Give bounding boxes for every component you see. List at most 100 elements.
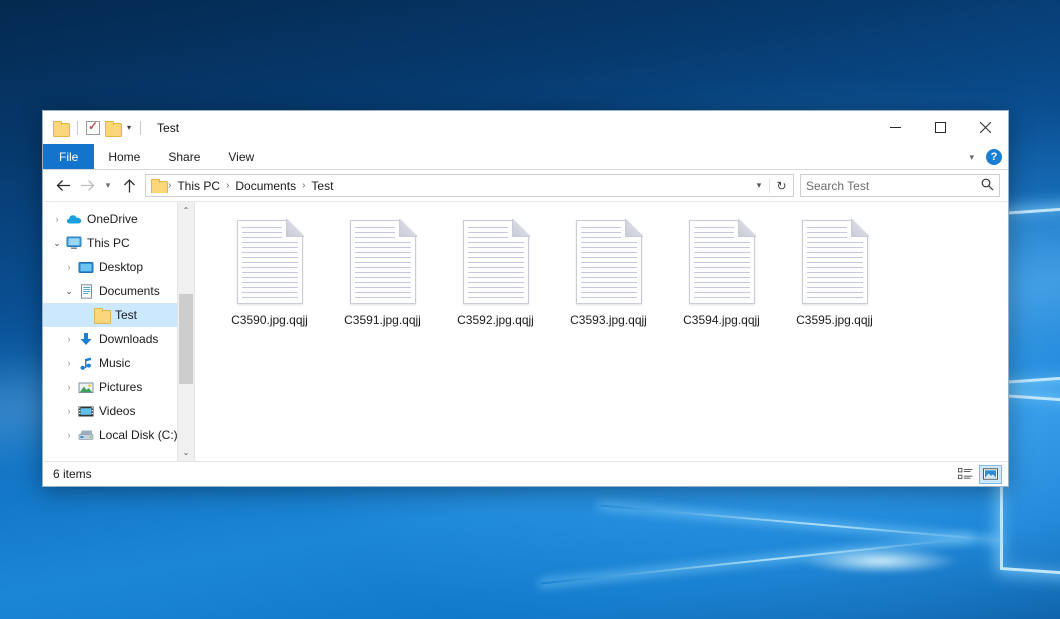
sidebar-item-label: Music: [95, 356, 130, 370]
sidebar-item-desktop[interactable]: › Desktop: [43, 255, 194, 279]
large-icons-view-button[interactable]: [979, 465, 1002, 484]
file-item[interactable]: C3593.jpg.qqjj: [552, 216, 665, 341]
pictures-icon: [77, 381, 95, 394]
tab-home[interactable]: Home: [94, 144, 154, 169]
status-bar: 6 items: [43, 461, 1008, 486]
sidebar-item-label: Local Disk (C:): [95, 428, 178, 442]
sidebar-item-label: OneDrive: [83, 212, 138, 226]
sidebar-item-label: Documents: [95, 284, 160, 298]
file-item[interactable]: C3591.jpg.qqjj: [326, 216, 439, 341]
minimize-button[interactable]: [873, 111, 918, 144]
back-button[interactable]: [51, 174, 75, 198]
recent-locations-chevron-icon[interactable]: ▾: [99, 180, 117, 191]
sidebar-item-videos[interactable]: › Videos: [43, 399, 194, 423]
chevron-down-icon[interactable]: ⌄: [49, 239, 65, 248]
address-dropdown-icon[interactable]: ▾: [749, 180, 769, 191]
file-grid: C3590.jpg.qqjj C3591.jpg.qqjj C3592.jpg.…: [213, 216, 1008, 341]
breadcrumb: › This PC › Documents › Test: [151, 179, 749, 193]
sidebar-item-this-pc[interactable]: ⌄ This PC: [43, 231, 194, 255]
file-list-pane[interactable]: C3590.jpg.qqjj C3591.jpg.qqjj C3592.jpg.…: [195, 202, 1008, 461]
chevron-right-icon[interactable]: ›: [49, 215, 65, 224]
tab-view[interactable]: View: [214, 144, 268, 169]
scroll-up-arrow-icon[interactable]: ⌃: [178, 202, 194, 219]
sidebar-item-onedrive[interactable]: › OneDrive: [43, 207, 194, 231]
maximize-button[interactable]: [918, 111, 963, 144]
search-input[interactable]: [806, 179, 981, 193]
folder-icon[interactable]: [53, 121, 69, 135]
generic-document-icon: [802, 220, 868, 304]
ribbon-right-controls: ▾ ?: [965, 144, 1002, 170]
help-icon[interactable]: ?: [986, 149, 1002, 165]
qat-divider: [77, 121, 78, 135]
search-box[interactable]: [800, 174, 1000, 197]
up-button[interactable]: [117, 174, 141, 198]
music-icon: [77, 356, 95, 371]
file-name-label: C3595.jpg.qqjj: [796, 313, 873, 327]
breadcrumb-folder-icon[interactable]: [151, 179, 167, 193]
generic-document-icon: [689, 220, 755, 304]
drive-icon: [77, 429, 95, 441]
chevron-right-icon[interactable]: ›: [61, 359, 77, 368]
details-view-button[interactable]: [954, 465, 977, 484]
wallpaper-glow: [800, 548, 960, 574]
video-icon: [77, 405, 95, 418]
properties-icon[interactable]: [86, 121, 100, 135]
sidebar-item-music[interactable]: › Music: [43, 351, 194, 375]
file-name-label: C3591.jpg.qqjj: [344, 313, 421, 327]
file-explorer-window: ▾ Test File Home Share View: [42, 110, 1009, 487]
breadcrumb-item-documents[interactable]: Documents: [230, 179, 301, 193]
sidebar-item-pictures[interactable]: › Pictures: [43, 375, 194, 399]
sidebar-scrollbar[interactable]: ⌃ ⌄: [177, 202, 194, 461]
folder-icon: [93, 308, 111, 322]
sidebar-item-downloads[interactable]: › Downloads: [43, 327, 194, 351]
generic-document-icon: [350, 220, 416, 304]
file-item[interactable]: C3595.jpg.qqjj: [778, 216, 891, 341]
wallpaper-logo-pane-top-left: [1000, 204, 1060, 384]
close-button[interactable]: [963, 111, 1008, 144]
scrollbar-thumb[interactable]: [179, 294, 193, 384]
scroll-down-arrow-icon[interactable]: ⌄: [178, 444, 194, 461]
sidebar-item-label: Downloads: [95, 332, 158, 346]
tab-file[interactable]: File: [43, 144, 94, 169]
chevron-down-icon[interactable]: ▾: [965, 152, 978, 163]
file-item[interactable]: C3590.jpg.qqjj: [213, 216, 326, 341]
sidebar-item-label: Test: [111, 308, 137, 322]
download-icon: [77, 332, 95, 347]
sidebar-item-label: This PC: [83, 236, 130, 250]
breadcrumb-item-test[interactable]: Test: [306, 179, 338, 193]
sidebar-item-test[interactable]: Test: [43, 303, 194, 327]
new-folder-icon[interactable]: [105, 121, 121, 135]
navigation-pane: › OneDrive ⌄ This PC ›: [43, 202, 195, 461]
sidebar-item-documents[interactable]: ⌄ Documents: [43, 279, 194, 303]
file-item[interactable]: C3592.jpg.qqjj: [439, 216, 552, 341]
sidebar-item-local-disk-c[interactable]: › Local Disk (C:): [43, 423, 194, 447]
window-title: Test: [157, 121, 179, 135]
file-name-label: C3590.jpg.qqjj: [231, 313, 308, 327]
title-bar: ▾ Test: [43, 111, 1008, 144]
qat-divider: [140, 121, 141, 135]
search-icon[interactable]: [981, 178, 994, 194]
generic-document-icon: [463, 220, 529, 304]
generic-document-icon: [237, 220, 303, 304]
ribbon-tab-bar: File Home Share View ▾ ?: [43, 144, 1008, 170]
sidebar-item-label: Desktop: [95, 260, 143, 274]
file-name-label: C3593.jpg.qqjj: [570, 313, 647, 327]
tab-share[interactable]: Share: [154, 144, 214, 169]
chevron-right-icon[interactable]: ›: [61, 383, 77, 392]
customize-qat-chevron-icon[interactable]: ▾: [126, 124, 132, 132]
chevron-down-icon[interactable]: ⌄: [61, 287, 77, 296]
address-bar-row: ▾ › This PC › Documents › Test ▾ ↻: [43, 170, 1008, 202]
chevron-right-icon[interactable]: ›: [61, 431, 77, 440]
refresh-icon[interactable]: ↻: [769, 179, 793, 193]
wallpaper-logo-pane-bottom-left: [1000, 394, 1060, 578]
breadcrumb-item-this-pc[interactable]: This PC: [172, 179, 225, 193]
file-item[interactable]: C3594.jpg.qqjj: [665, 216, 778, 341]
chevron-right-icon[interactable]: ›: [61, 407, 77, 416]
forward-button[interactable]: [75, 174, 99, 198]
quick-access-toolbar: ▾ Test: [43, 121, 179, 135]
chevron-right-icon[interactable]: ›: [61, 335, 77, 344]
chevron-right-icon[interactable]: ›: [61, 263, 77, 272]
desktop-background: ▾ Test File Home Share View: [0, 0, 1060, 619]
cloud-icon: [65, 213, 83, 225]
address-bar[interactable]: › This PC › Documents › Test ▾ ↻: [145, 174, 794, 197]
